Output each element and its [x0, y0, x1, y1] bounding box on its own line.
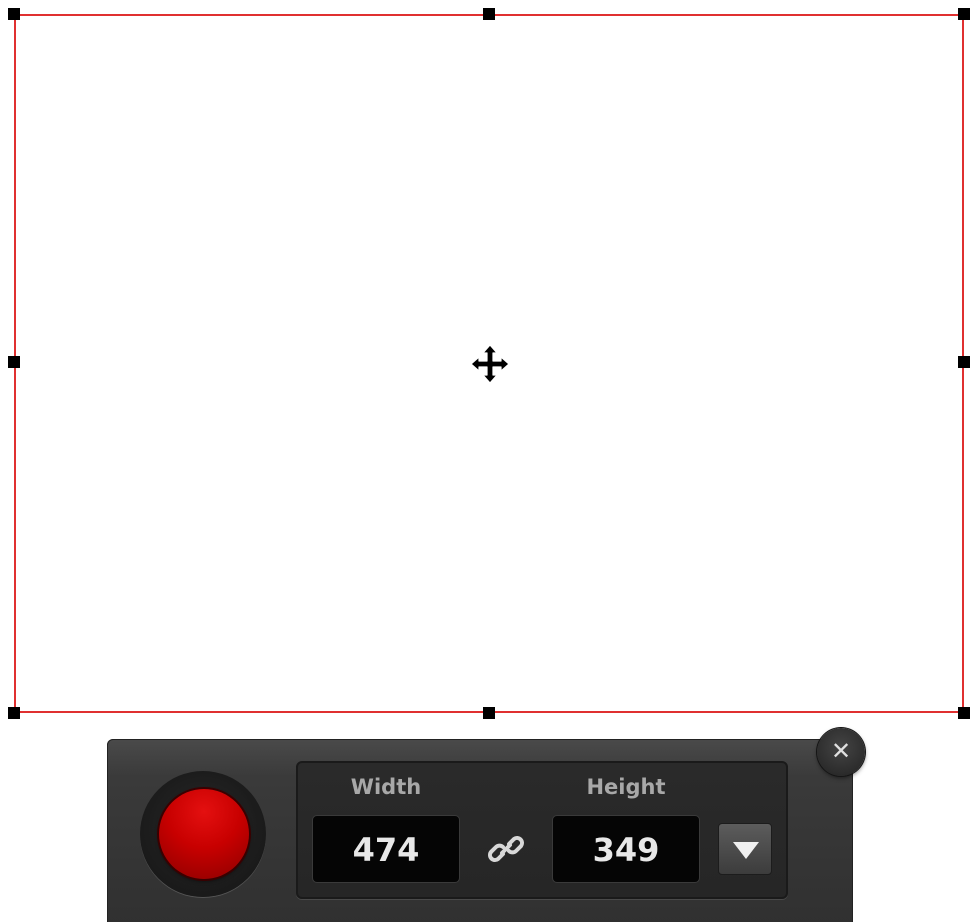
dimensions-panel: Width Height 474 349 [296, 761, 788, 899]
resize-handle-top-left[interactable] [8, 8, 20, 20]
width-field[interactable]: 474 [312, 815, 460, 883]
presets-dropdown-button[interactable] [718, 823, 772, 875]
resize-handle-right[interactable] [958, 356, 970, 368]
width-label: Width [350, 775, 422, 799]
height-label: Height [586, 775, 666, 799]
resize-handle-top-right[interactable] [958, 8, 970, 20]
height-field[interactable]: 349 [552, 815, 700, 883]
resize-handle-left[interactable] [8, 356, 20, 368]
move-arrows-icon[interactable] [470, 344, 510, 384]
capture-stage: Width Height 474 349 ✕ [0, 0, 971, 922]
resize-handle-bottom[interactable] [483, 707, 495, 719]
resize-handle-top[interactable] [483, 8, 495, 20]
close-button[interactable]: ✕ [817, 728, 865, 776]
link-chain-icon[interactable] [486, 829, 526, 869]
resize-handle-bottom-left[interactable] [8, 707, 20, 719]
recorder-toolbar: Width Height 474 349 [107, 739, 853, 922]
triangle-down-icon [733, 842, 759, 859]
record-button[interactable] [159, 789, 249, 879]
resize-handle-bottom-right[interactable] [958, 707, 970, 719]
